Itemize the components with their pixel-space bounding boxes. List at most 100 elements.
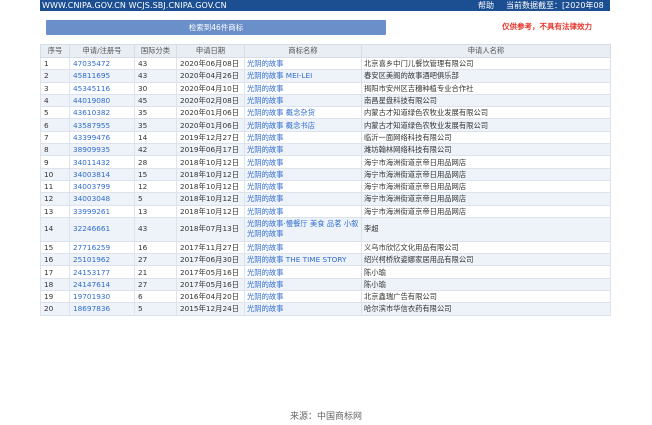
reg-number-link[interactable]: 18697836: [69, 302, 135, 316]
applicant-cell: 陈小瑜: [361, 277, 611, 292]
class-cell: 28: [134, 155, 177, 169]
table-row[interactable]: 19 19701930 6 2016年04月20日 光阴的故事 北京鑫瑞广告有限公司: [40, 290, 611, 304]
reg-number-link[interactable]: 45345116: [69, 81, 135, 95]
trademark-name-link[interactable]: 光阴的故事: [244, 81, 362, 95]
table-row[interactable]: 8 38909935 42 2019年06月17日 光阴的故事 潍坊翰林网络科技有限公司: [40, 143, 611, 157]
trademark-name-link[interactable]: 光阴的故事: [244, 265, 362, 279]
applicant-cell: 南昌星盘科技有限公司: [361, 93, 611, 108]
class-cell: 21: [134, 265, 177, 279]
date-cell: 2016年04月20日: [176, 290, 245, 304]
top-bar: WWW.CNIPA.GOV.CN WCJS.SBJ.CNIPA.GOV.CN 帮…: [40, 0, 610, 21]
row-index: 12: [40, 192, 70, 206]
class-cell: 42: [134, 143, 177, 157]
trademark-name-link[interactable]: 光阴的故事: [244, 143, 362, 157]
table-row[interactable]: 10 34003814 15 2018年10月12日 光阴的故事 海宁市海洲街道京帝日用品…: [40, 167, 611, 181]
table-row[interactable]: 18 24147614 27 2017年05月16日 光阴的故事 陈小瑜: [40, 277, 611, 292]
table-row[interactable]: 14 32246661 43 2018年07月13日 光阴的故事·慢餐厅 美食 品茗 小…: [40, 216, 611, 242]
table-row[interactable]: 11 34003799 12 2018年10月12日 光阴的故事 海宁市海洲街道京帝日用品…: [40, 179, 611, 194]
reg-number-link[interactable]: 43587955: [69, 118, 135, 132]
reg-number-link[interactable]: 32246661: [69, 216, 135, 242]
reg-number-link[interactable]: 45811695: [69, 69, 135, 83]
reg-number-link[interactable]: 34003814: [69, 167, 135, 181]
header-applicant[interactable]: 申请人名称: [361, 44, 611, 58]
applicant-cell: 义乌市欣忆文化用品有限公司: [361, 240, 611, 255]
header-index[interactable]: 序号: [40, 44, 70, 58]
table-row[interactable]: 17 24153177 21 2017年05月16日 光阴的故事 陈小瑜: [40, 265, 611, 279]
trademark-name-link[interactable]: 光阴的故事: [244, 204, 362, 218]
table-row[interactable]: 20 18697836 5 2015年12月24日 光阴的故事 哈尔滨市华信衣药有限公司: [40, 302, 611, 316]
table-row[interactable]: 12 34003048 5 2018年10月12日 光阴的故事 海宁市海洲街道京帝日用品网…: [40, 192, 611, 206]
table-row[interactable]: 13 33999261 13 2018年10月12日 光阴的故事 海宁市海洲街道京帝日用品…: [40, 204, 611, 218]
applicant-cell: 海宁市海洲街道京帝日用品网店: [361, 192, 611, 206]
date-cell: 2020年04月26日: [176, 69, 245, 83]
table-row[interactable]: 4 44019080 45 2020年02月08日 光阴的故事 南昌星盘科技有限公司: [40, 93, 611, 108]
row-index: 11: [40, 179, 70, 194]
trademark-name-link[interactable]: 光阴的故事: [244, 155, 362, 169]
trademark-name-link[interactable]: 光阴的故事: [244, 93, 362, 108]
trademark-name-link[interactable]: 光阴的故事 THE TIME STORY: [244, 253, 362, 267]
row-index: 4: [40, 93, 70, 108]
date-cell: 2018年10月12日: [176, 204, 245, 218]
table-row[interactable]: 2 45811695 43 2020年04月26日 光阴的故事 MEI-LEI 春安区美阁…: [40, 69, 611, 83]
applicant-cell: 揭阳市安州区吉穗种植专业合作社: [361, 81, 611, 95]
header-date[interactable]: 申请日期: [176, 44, 245, 58]
help-link[interactable]: 帮助: [478, 0, 494, 11]
applicant-cell: 春安区美阁的故事酒吧俱乐部: [361, 69, 611, 83]
applicant-cell: 海宁市海洲街道京帝日用品网店: [361, 167, 611, 181]
trademark-name-link[interactable]: 光阴的故事: [244, 130, 362, 145]
trademark-name-link[interactable]: 光阴的故事 概念书店: [244, 118, 362, 132]
trademark-name-link[interactable]: 光阴的故事: [244, 302, 362, 316]
reg-number-link[interactable]: 27716259: [69, 240, 135, 255]
reg-number-link[interactable]: 19701930: [69, 290, 135, 304]
trademark-name-link[interactable]: 光阴的故事: [244, 277, 362, 292]
trademark-name-link[interactable]: 光阴的故事·慢餐厅 美食 品茗 小叙 光阴的故事: [244, 216, 362, 242]
trademark-name-link[interactable]: 光阴的故事 MEI-LEI: [244, 69, 362, 83]
reg-number-link[interactable]: 24147614: [69, 277, 135, 292]
reg-number-link[interactable]: 43399476: [69, 130, 135, 145]
table-row[interactable]: 3 45345116 30 2020年04月10日 光阴的故事 揭阳市安州区吉穗种植专业合…: [40, 81, 611, 95]
header-trademark-name[interactable]: 商标名称: [244, 44, 362, 58]
trademark-name-link[interactable]: 光阴的故事: [244, 290, 362, 304]
reg-number-link[interactable]: 34003048: [69, 192, 135, 206]
table-row[interactable]: 7 43399476 14 2019年12月27日 光阴的故事 临沂一面网络科技有限公司: [40, 130, 611, 145]
reg-number-link[interactable]: 24153177: [69, 265, 135, 279]
date-cell: 2020年04月10日: [176, 81, 245, 95]
reg-number-link[interactable]: 34011432: [69, 155, 135, 169]
trademark-name-link[interactable]: 光阴的故事: [244, 179, 362, 194]
row-index: 10: [40, 167, 70, 181]
table-row[interactable]: 5 43610382 35 2020年01月06日 光阴的故事 概念杂货 内蒙古才知道绿色…: [40, 106, 611, 120]
reg-number-link[interactable]: 44019080: [69, 93, 135, 108]
class-cell: 13: [134, 204, 177, 218]
trademark-name-link[interactable]: 光阴的故事: [244, 240, 362, 255]
date-cell: 2017年11月27日: [176, 240, 245, 255]
applicant-cell: 绍兴柯桥欣姿娜家居用品有限公司: [361, 253, 611, 267]
trademark-name-link[interactable]: 光阴的故事: [244, 192, 362, 206]
table-row[interactable]: 1 47035472 43 2020年06月08日 光阴的故事 北京喜乡中门儿餐饮管理有限…: [40, 56, 611, 71]
date-cell: 2018年10月12日: [176, 155, 245, 169]
table-row[interactable]: 9 34011432 28 2018年10月12日 光阴的故事 海宁市海洲街道京帝日用品网…: [40, 155, 611, 169]
header-reg-number[interactable]: 申请/注册号: [69, 44, 135, 58]
reg-number-link[interactable]: 38909935: [69, 143, 135, 157]
reg-number-link[interactable]: 25101962: [69, 253, 135, 267]
date-cell: 2018年10月12日: [176, 179, 245, 194]
trademark-name-link[interactable]: 光阴的故事: [244, 167, 362, 181]
reg-number-link[interactable]: 43610382: [69, 106, 135, 120]
date-cell: 2020年01月06日: [176, 106, 245, 120]
applicant-cell: 海宁市海洲街道京帝日用品网店: [361, 204, 611, 218]
reg-number-link[interactable]: 34003799: [69, 179, 135, 194]
table-header-row: 序号 申请/注册号 国际分类 申请日期 商标名称 申请人名称: [40, 44, 611, 58]
applicant-cell: 海宁市海洲街道京帝日用品网店: [361, 179, 611, 194]
reg-number-link[interactable]: 33999261: [69, 204, 135, 218]
class-cell: 27: [134, 253, 177, 267]
trademark-name-link[interactable]: 光阴的故事 概念杂货: [244, 106, 362, 120]
header-class[interactable]: 国际分类: [134, 44, 177, 58]
table-row[interactable]: 16 25101962 27 2017年06月30日 光阴的故事 THE TIME ST…: [40, 253, 611, 267]
row-index: 18: [40, 277, 70, 292]
date-cell: 2019年12月27日: [176, 130, 245, 145]
table-row[interactable]: 6 43587955 35 2020年01月06日 光阴的故事 概念书店 内蒙古才知道绿色…: [40, 118, 611, 132]
applicant-cell: 北京喜乡中门儿餐饮管理有限公司: [361, 56, 611, 71]
reg-number-link[interactable]: 47035472: [69, 56, 135, 71]
result-count-button[interactable]: 检索到46件商标: [46, 20, 386, 35]
table-row[interactable]: 15 27716259 16 2017年11月27日 光阴的故事 义乌市欣忆文化用品有限公…: [40, 240, 611, 255]
trademark-name-link[interactable]: 光阴的故事: [244, 56, 362, 71]
